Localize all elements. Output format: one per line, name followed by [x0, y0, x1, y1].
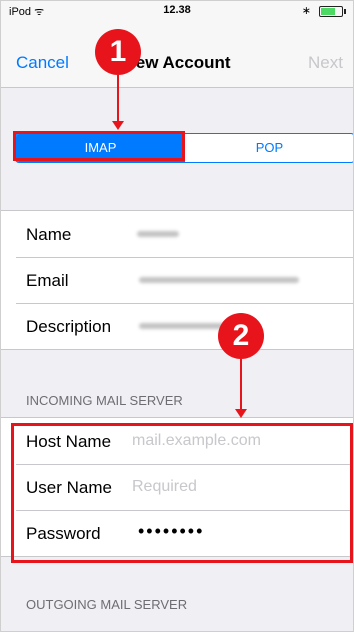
- screen-frame: iPod ᯤ 12.38 ∗ Cancel New Account Next I…: [0, 0, 354, 632]
- callout-badge-2: 2: [218, 313, 264, 359]
- account-info-section: Name Email Description: [1, 210, 353, 350]
- incoming-server-callout-highlight: [11, 423, 353, 563]
- outgoing-server-header: OUTGOING MAIL SERVER: [26, 597, 188, 612]
- bluetooth-icon: ∗: [301, 5, 311, 17]
- callout-2-arrow-head: [235, 409, 247, 418]
- description-row[interactable]: Description: [1, 303, 353, 349]
- callout-2-arrow-line: [240, 359, 242, 409]
- description-label: Description: [26, 317, 112, 336]
- redacted-email-value: [139, 277, 299, 283]
- battery-icon: [319, 6, 346, 17]
- email-label: Email: [26, 271, 69, 290]
- segment-pop[interactable]: POP: [185, 134, 353, 162]
- imap-callout-highlight: [13, 131, 185, 161]
- redacted-description-value: [139, 323, 229, 329]
- next-button[interactable]: Next: [308, 53, 343, 73]
- callout-badge-1: 1: [95, 29, 141, 75]
- status-time: 12.38: [163, 4, 191, 16]
- status-bar: iPod ᯤ 12.38 ∗: [1, 1, 353, 21]
- navigation-bar: Cancel New Account Next: [1, 21, 353, 88]
- name-label: Name: [26, 225, 72, 244]
- page-title: New Account: [123, 53, 231, 72]
- redacted-name-value: [137, 231, 179, 237]
- incoming-server-header: INCOMING MAIL SERVER: [26, 393, 183, 408]
- callout-1-arrow-head: [112, 121, 124, 130]
- email-row[interactable]: Email: [1, 257, 353, 303]
- name-row[interactable]: Name: [1, 211, 353, 257]
- callout-1-arrow-line: [117, 75, 119, 121]
